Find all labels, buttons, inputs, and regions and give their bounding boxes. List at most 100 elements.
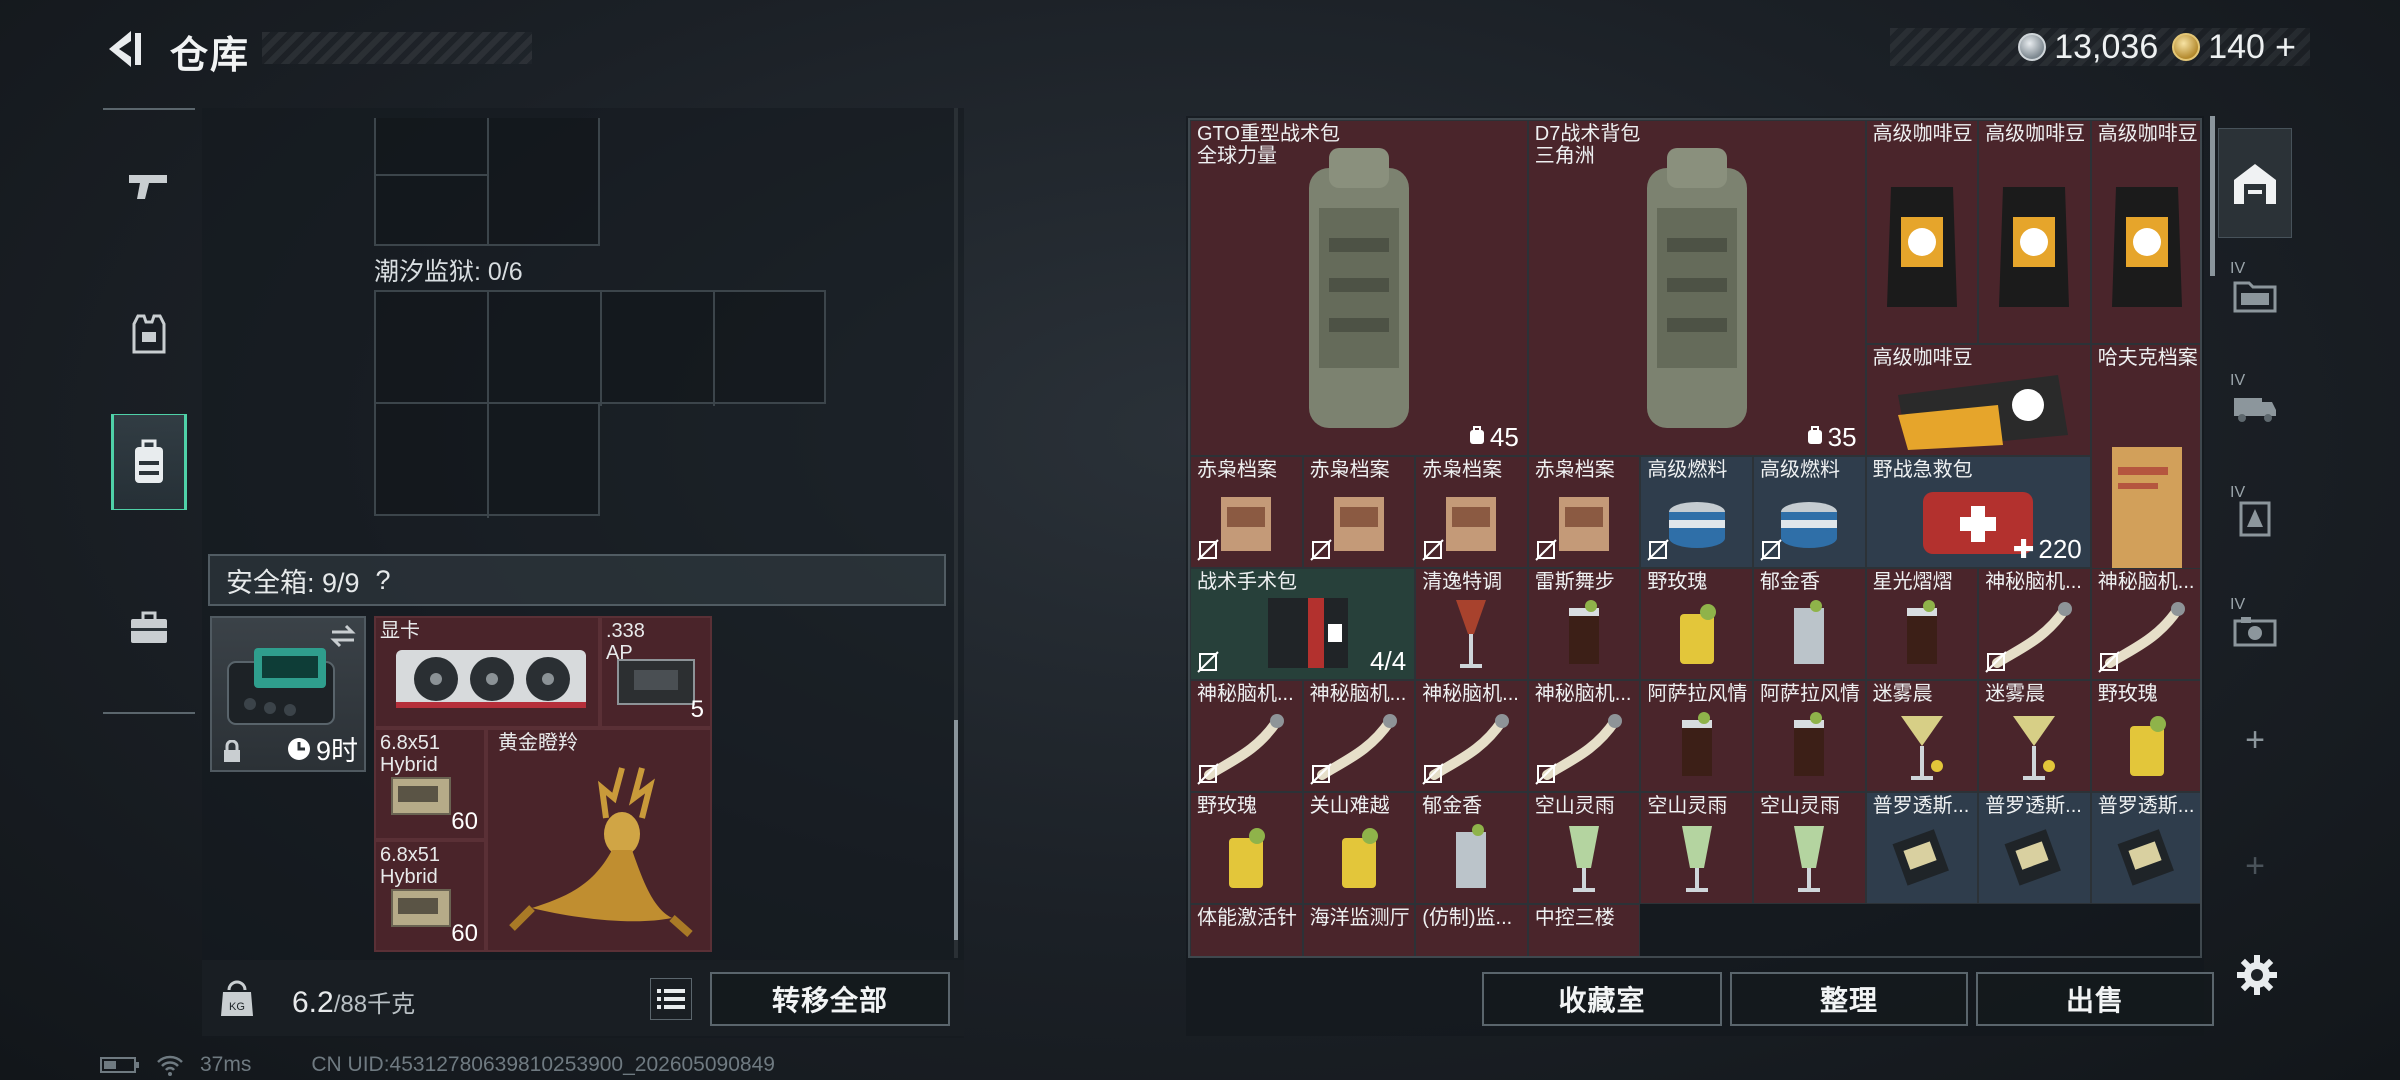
gold-amount: 140: [2208, 27, 2265, 66]
item-name: 赤枭档案: [1422, 459, 1503, 481]
organize-button[interactable]: 整理: [1730, 972, 1968, 1026]
warehouse-item[interactable]: 神秘脑机...: [1978, 568, 2091, 680]
tab-warehouse-5[interactable]: IV: [2218, 576, 2292, 686]
item-name: 中控三楼: [1534, 907, 1615, 929]
prison-grid[interactable]: [374, 290, 826, 406]
item-name: 星光熠熠: [1872, 571, 1953, 593]
item-name: D7战术背包: [1534, 123, 1641, 145]
add-warehouse-button-locked[interactable]: +: [2218, 838, 2292, 894]
warehouse-item[interactable]: 普罗透斯...: [2090, 792, 2200, 904]
warehouse-item[interactable]: D7战术背包 三角洲 35: [1527, 120, 1866, 456]
warehouse-item[interactable]: 高级燃料: [1753, 456, 1866, 568]
warehouse-item[interactable]: 神秘脑机...: [1190, 680, 1303, 792]
warehouse-item[interactable]: 中控三楼: [1527, 904, 1641, 956]
svg-text:KG: KG: [229, 1001, 245, 1013]
warehouse-item[interactable]: GTO重型战术包 全球力量 45: [1190, 120, 1528, 456]
warehouse-item[interactable]: 神秘脑机...: [1415, 680, 1528, 792]
item-name: 黄金瞪羚: [498, 732, 578, 754]
settings-button[interactable]: [2234, 952, 2280, 998]
transfer-all-button[interactable]: 转移全部: [710, 972, 950, 1026]
swap-icon[interactable]: [328, 624, 358, 648]
help-button[interactable]: ?: [376, 565, 391, 596]
no-insure-icon: [1309, 763, 1332, 785]
item-name: 神秘脑机...: [1534, 683, 1632, 705]
item-image: [2092, 121, 2200, 343]
warehouse-item[interactable]: 雷斯舞步: [1527, 568, 1641, 680]
warehouse-item[interactable]: 星光熠熠: [1865, 568, 1979, 680]
add-warehouse-button[interactable]: +: [2218, 712, 2292, 768]
list-view-button[interactable]: [650, 978, 692, 1020]
warehouse-item[interactable]: 野玫瑰: [1640, 568, 1753, 680]
gpu-item[interactable]: 显卡: [374, 616, 600, 728]
warehouse-item[interactable]: 普罗透斯...: [1865, 792, 1979, 904]
warehouse-item[interactable]: 赤枭档案: [1415, 456, 1528, 568]
tab-warehouse-4[interactable]: IV: [2218, 464, 2292, 574]
back-button[interactable]: [96, 22, 150, 76]
item-image: [1979, 121, 2090, 343]
ammo-68x51-item-2[interactable]: 6.8x51 Hybrid 60: [374, 840, 486, 952]
tab-warehouse-2[interactable]: IV: [2218, 240, 2292, 350]
warehouse-item[interactable]: 赤枭档案: [1190, 456, 1303, 568]
warehouse-item[interactable]: 阿萨拉风情: [1640, 680, 1753, 792]
item-count-value: 4/4: [1370, 646, 1407, 676]
warehouse-scrollbar[interactable]: [2210, 116, 2215, 276]
sell-button[interactable]: 出售: [1976, 972, 2214, 1026]
warehouse-item[interactable]: 空山灵雨: [1753, 792, 1866, 904]
container-scroll-thumb[interactable]: [954, 720, 958, 940]
warehouse-item[interactable]: 野战急救包 ✚ 220: [1865, 456, 2091, 568]
warehouse-item[interactable]: 神秘脑机...: [2090, 568, 2200, 680]
item-name: 神秘脑机...: [1985, 571, 2082, 593]
warehouse-item[interactable]: 迷雾晨: [1865, 680, 1979, 792]
warehouse-item[interactable]: 体能激活针: [1190, 904, 1303, 956]
warehouse-item[interactable]: 普罗透斯...: [1978, 792, 2091, 904]
warehouse-item[interactable]: 迷雾晨: [1978, 680, 2091, 792]
warehouse-item[interactable]: 神秘脑机...: [1527, 680, 1641, 792]
ammo-68x51-item[interactable]: 6.8x51 Hybrid 60: [374, 728, 486, 840]
ammo-box-icon: [391, 889, 451, 927]
warehouse-item[interactable]: 战术手术包 4/4: [1190, 568, 1416, 680]
prison-grid-lower[interactable]: [374, 402, 600, 518]
nav-weapons[interactable]: [111, 138, 187, 234]
collection-room-button[interactable]: 收藏室: [1482, 972, 1722, 1026]
nav-backpack[interactable]: [111, 414, 187, 510]
warehouse-item[interactable]: 野玫瑰: [1190, 792, 1303, 904]
silver-currency[interactable]: 13,036: [2018, 28, 2158, 67]
tab-warehouse-3[interactable]: IV: [2218, 352, 2292, 462]
warehouse-item[interactable]: 赤枭档案: [1302, 456, 1416, 568]
warehouse-item[interactable]: 海洋监测厅: [1302, 904, 1416, 956]
nav-briefcase[interactable]: [111, 580, 187, 676]
warehouse-item[interactable]: 高级咖啡豆: [1865, 120, 1979, 344]
warehouse-item[interactable]: 高级咖啡豆: [2090, 120, 2200, 344]
warehouse-icon: [2234, 164, 2276, 204]
no-insure-icon: [1422, 763, 1444, 785]
nav-armor[interactable]: [111, 286, 187, 382]
warehouse-item[interactable]: 高级燃料: [1640, 456, 1753, 568]
no-insure-icon: [1197, 539, 1219, 561]
item-name: 野玫瑰: [1197, 795, 1257, 817]
top-bar: 仓库 13,036 140 +: [0, 0, 2400, 100]
item-count: 5: [690, 696, 704, 723]
warehouse-item[interactable]: 神秘脑机...: [1302, 680, 1416, 792]
warehouse-item[interactable]: 空山灵雨: [1640, 792, 1753, 904]
item-name: 普罗透斯...: [1985, 795, 2082, 817]
warehouse-item[interactable]: 清逸特调: [1415, 568, 1528, 680]
golden-gazelle-item[interactable]: 黄金瞪羚: [486, 728, 712, 952]
ammo-338-item[interactable]: .338 AP 5: [600, 616, 712, 728]
warehouse-item[interactable]: 高级咖啡豆: [1978, 120, 2091, 344]
camera-icon: [2233, 617, 2277, 647]
warehouse-item[interactable]: 郁金香: [1753, 568, 1866, 680]
item-count: ✚ 220: [2013, 534, 2082, 565]
warehouse-item[interactable]: 赤枭档案: [1527, 456, 1641, 568]
warehouse-item[interactable]: 高级咖啡豆: [1865, 344, 2091, 456]
safebox-card[interactable]: 9时: [210, 616, 366, 772]
warehouse-item[interactable]: 郁金香: [1415, 792, 1528, 904]
tab-warehouse-main[interactable]: [2218, 128, 2292, 238]
add-gold-button[interactable]: +: [2275, 26, 2296, 68]
warehouse-item[interactable]: 野玫瑰: [2090, 680, 2200, 792]
gold-currency[interactable]: 140 +: [2172, 26, 2296, 68]
warehouse-item[interactable]: 阿萨拉风情: [1753, 680, 1866, 792]
warehouse-item[interactable]: 关山难越: [1302, 792, 1416, 904]
warehouse-item[interactable]: (仿制)监...: [1415, 904, 1528, 956]
warehouse-item[interactable]: 空山灵雨: [1527, 792, 1641, 904]
warehouse-grid[interactable]: GTO重型战术包 全球力量 45 D7战术背包 三角洲 35 高级咖啡豆 高级咖啡豆 高级咖啡豆…: [1188, 118, 2202, 958]
